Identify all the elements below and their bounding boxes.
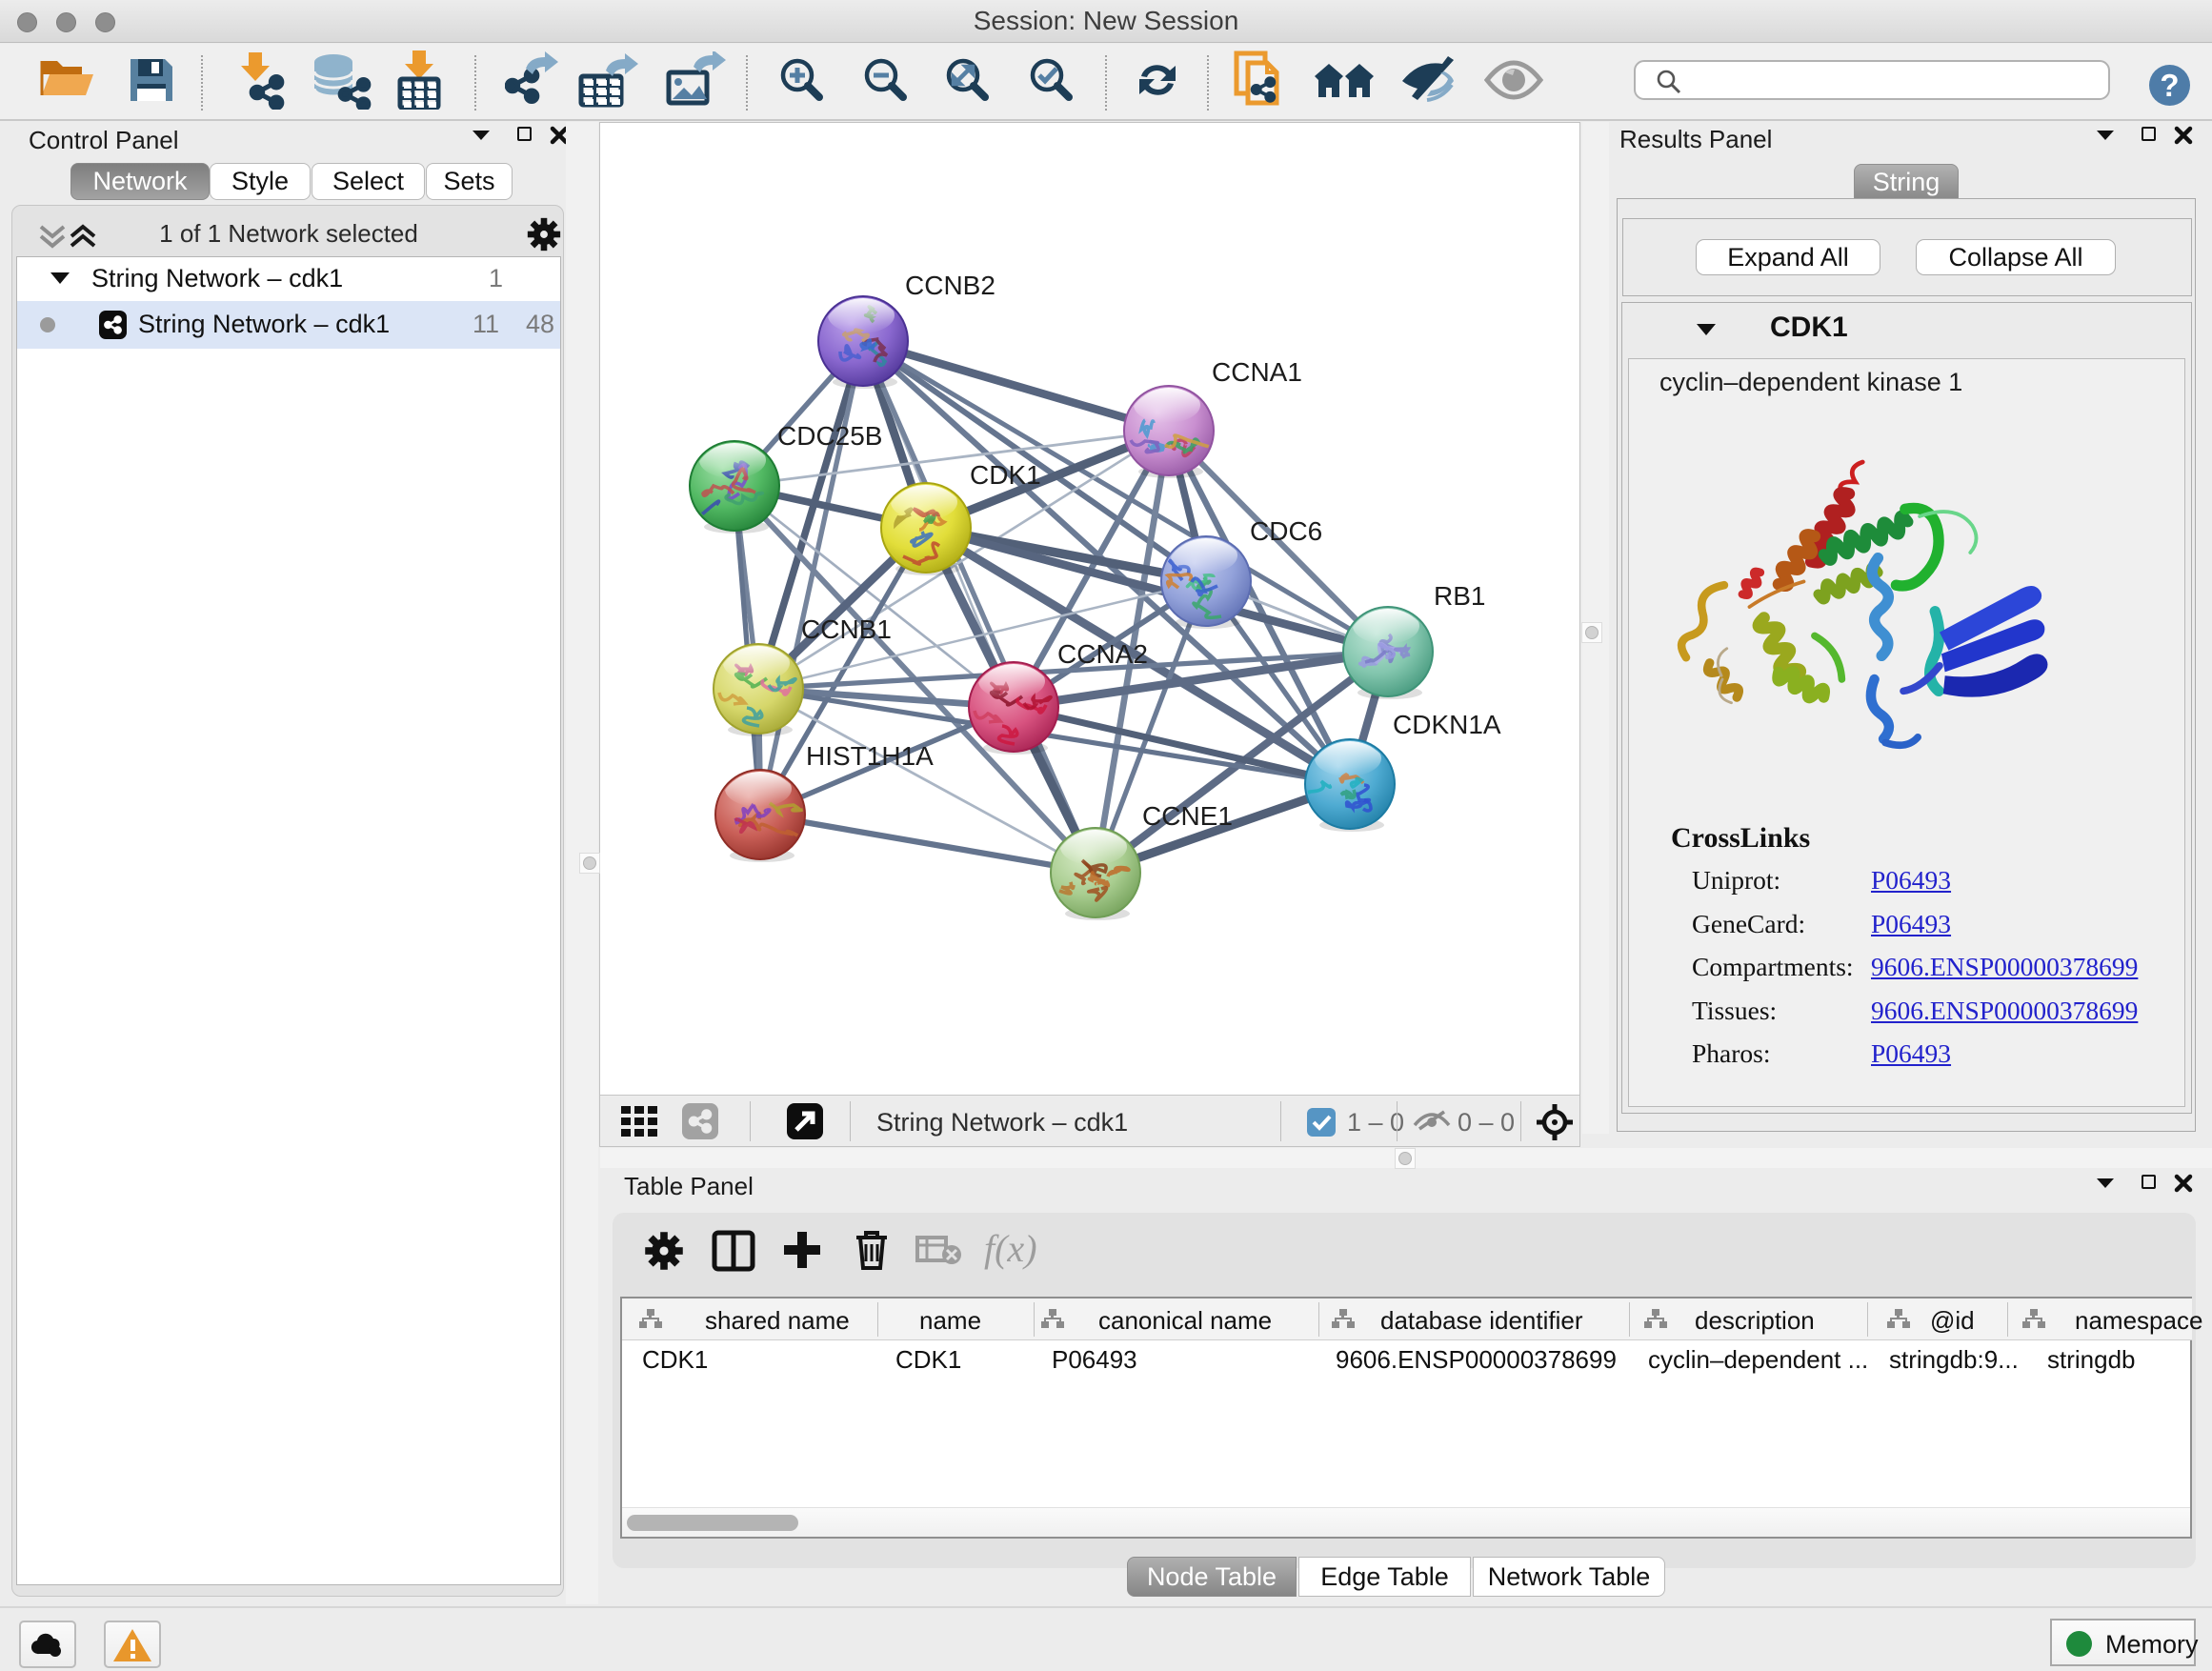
svg-text:HIST1H1A: HIST1H1A xyxy=(806,741,934,771)
svg-text:CCNA2: CCNA2 xyxy=(1057,639,1148,669)
svg-text:CDKN1A: CDKN1A xyxy=(1393,710,1501,739)
svg-text:CCNB1: CCNB1 xyxy=(801,614,892,644)
svg-text:CCNB2: CCNB2 xyxy=(905,271,995,300)
svg-text:RB1: RB1 xyxy=(1434,581,1485,611)
svg-text:CCNA1: CCNA1 xyxy=(1212,357,1302,387)
svg-text:CDC6: CDC6 xyxy=(1250,516,1322,546)
svg-text:CCNE1: CCNE1 xyxy=(1142,801,1233,831)
svg-text:CDK1: CDK1 xyxy=(970,460,1041,490)
svg-text:CDC25B: CDC25B xyxy=(777,421,882,451)
